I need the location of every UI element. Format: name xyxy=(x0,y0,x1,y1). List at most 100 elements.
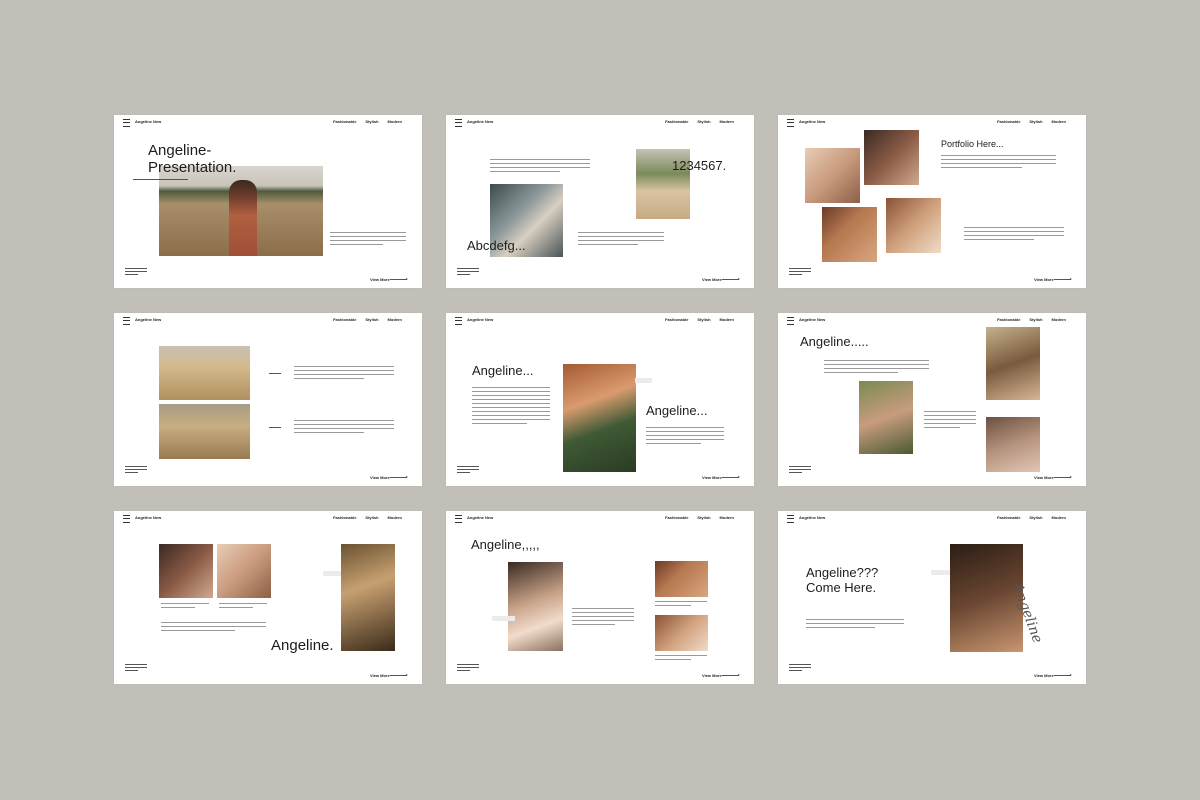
slide-title: Angeline,,,,, xyxy=(471,537,540,552)
group-photo xyxy=(986,327,1040,400)
slide-4[interactable]: Angeline New Fashionable Stylish Modern … xyxy=(114,313,422,486)
slide-2[interactable]: Angeline New Fashionable Stylish Modern … xyxy=(446,115,754,288)
nav-modern[interactable]: Modern xyxy=(388,515,402,520)
nav-modern[interactable]: Modern xyxy=(1052,515,1066,520)
friends-photo xyxy=(859,381,913,454)
nav-stylish[interactable]: Stylish xyxy=(1029,317,1042,322)
portrait-photo-4 xyxy=(886,198,941,253)
menu-icon[interactable] xyxy=(787,119,794,127)
slide-7[interactable]: Angeline New Fashionable Stylish Modern … xyxy=(114,511,422,684)
body-text-top xyxy=(824,360,929,376)
slide-title-right: Angeline... xyxy=(646,403,708,418)
slide-title: Portfolio Here... xyxy=(941,139,1004,149)
nav-fashionable[interactable]: Fashionable xyxy=(333,515,356,520)
nav-stylish[interactable]: Stylish xyxy=(697,119,710,124)
nav-stylish[interactable]: Stylish xyxy=(697,515,710,520)
accent-rectangle xyxy=(492,616,515,621)
menu-icon[interactable] xyxy=(455,515,462,523)
menu-icon[interactable] xyxy=(455,119,462,127)
nav-stylish[interactable]: Stylish xyxy=(697,317,710,322)
nav-fashionable[interactable]: Fashionable xyxy=(997,317,1020,322)
view-more-link[interactable]: View More xyxy=(702,475,722,480)
menu-icon[interactable] xyxy=(787,317,794,325)
footer-text xyxy=(789,466,811,475)
arrow-right-icon xyxy=(390,476,408,478)
view-more-link[interactable]: View More xyxy=(702,277,722,282)
view-more-link[interactable]: View More xyxy=(702,673,722,678)
menu-icon[interactable] xyxy=(123,119,130,127)
nav-stylish[interactable]: Stylish xyxy=(1029,119,1042,124)
caption-1 xyxy=(161,603,209,611)
slide-8[interactable]: Angeline New Fashionable Stylish Modern … xyxy=(446,511,754,684)
nav-fashionable[interactable]: Fashionable xyxy=(333,317,356,322)
nav-menu: Fashionable Stylish Modern xyxy=(333,317,402,322)
nav-modern[interactable]: Modern xyxy=(720,317,734,322)
nav-fashionable[interactable]: Fashionable xyxy=(665,119,688,124)
slide-9[interactable]: Angeline New Fashionable Stylish Modern … xyxy=(778,511,1086,684)
menu-icon[interactable] xyxy=(123,515,130,523)
view-more-link[interactable]: View More xyxy=(370,475,390,480)
numbers-heading: 1234567. xyxy=(672,158,727,173)
body-text xyxy=(806,619,904,631)
arrow-right-icon xyxy=(1054,278,1072,280)
brand-name: Angeline New xyxy=(799,515,826,520)
menu-icon[interactable] xyxy=(123,317,130,325)
nav-fashionable[interactable]: Fashionable xyxy=(997,119,1020,124)
slide-title: Angeline. xyxy=(271,637,334,654)
letters-heading: Abcdefg... xyxy=(467,238,526,253)
caption-bottom xyxy=(655,655,707,663)
nav-fashionable[interactable]: Fashionable xyxy=(997,515,1020,520)
footer-text xyxy=(457,466,479,475)
nav-modern[interactable]: Modern xyxy=(1052,119,1066,124)
nav-stylish[interactable]: Stylish xyxy=(365,317,378,322)
slide-title: Angeline??? Come Here. xyxy=(806,565,879,596)
arrow-right-icon xyxy=(1054,674,1072,676)
nav-modern[interactable]: Modern xyxy=(388,317,402,322)
nav-stylish[interactable]: Stylish xyxy=(1029,515,1042,520)
title-line-2: Come Here. xyxy=(806,579,877,595)
portrait-photo-2 xyxy=(864,130,919,185)
body-text xyxy=(572,608,634,628)
view-more-link[interactable]: View More xyxy=(1034,673,1054,678)
nav-menu: Fashionable Stylish Modern xyxy=(997,515,1066,520)
portrait-photo xyxy=(986,417,1040,472)
nav-menu: Fashionable Stylish Modern xyxy=(665,119,734,124)
accent-rectangle xyxy=(635,378,652,383)
brand-name: Angeline New xyxy=(135,119,162,124)
nav-stylish[interactable]: Stylish xyxy=(365,119,378,124)
nav-modern[interactable]: Modern xyxy=(1052,317,1066,322)
view-more-link[interactable]: View More xyxy=(370,277,390,282)
footer-text xyxy=(125,466,147,475)
connector-line-1 xyxy=(269,373,281,374)
nav-menu: Fashionable Stylish Modern xyxy=(997,119,1066,124)
slide-3[interactable]: Angeline New Fashionable Stylish Modern … xyxy=(778,115,1086,288)
view-more-link[interactable]: View More xyxy=(1034,475,1054,480)
slide-header: Angeline New Fashionable Stylish Modern xyxy=(114,313,422,327)
nav-modern[interactable]: Modern xyxy=(720,119,734,124)
arm-pose-photo xyxy=(341,544,395,651)
slide-title: Angeline..... xyxy=(800,334,869,349)
portrait-photo-1 xyxy=(805,148,860,203)
nav-stylish[interactable]: Stylish xyxy=(365,515,378,520)
view-more-link[interactable]: View More xyxy=(1034,277,1054,282)
portrait-photo xyxy=(950,544,1023,652)
body-text-middle xyxy=(924,411,976,431)
body-text-bottom xyxy=(294,420,394,436)
wheat-photo-1 xyxy=(159,346,250,400)
nav-menu: Fashionable Stylish Modern xyxy=(665,317,734,322)
slide-5[interactable]: Angeline New Fashionable Stylish Modern … xyxy=(446,313,754,486)
brand-name: Angeline New xyxy=(467,119,494,124)
arrow-right-icon xyxy=(390,278,408,280)
nav-modern[interactable]: Modern xyxy=(388,119,402,124)
view-more-link[interactable]: View More xyxy=(370,673,390,678)
menu-icon[interactable] xyxy=(455,317,462,325)
title-line-1: Angeline??? xyxy=(806,565,879,580)
menu-icon[interactable] xyxy=(787,515,794,523)
slide-6[interactable]: Angeline New Fashionable Stylish Modern … xyxy=(778,313,1086,486)
nav-modern[interactable]: Modern xyxy=(720,515,734,520)
nav-fashionable[interactable]: Fashionable xyxy=(665,515,688,520)
slide-1[interactable]: Angeline New Fashionable Stylish Modern … xyxy=(114,115,422,288)
nav-fashionable[interactable]: Fashionable xyxy=(665,317,688,322)
nav-fashionable[interactable]: Fashionable xyxy=(333,119,356,124)
footer-text xyxy=(789,664,811,673)
